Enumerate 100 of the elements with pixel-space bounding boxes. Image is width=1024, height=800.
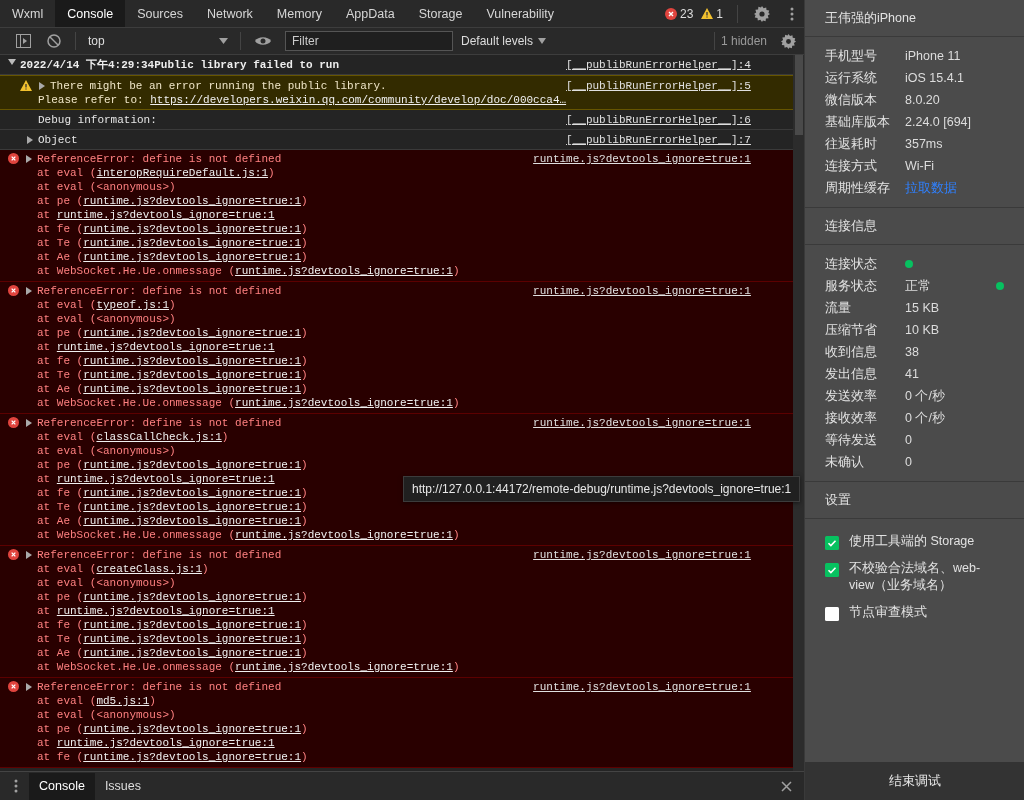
stack-frame: )	[301, 458, 308, 472]
drawer-tab[interactable]: Issues	[94, 772, 151, 800]
error-icon	[8, 285, 19, 296]
expand-triangle-icon[interactable]	[25, 683, 33, 691]
stack-link[interactable]: typeof.js:1	[96, 298, 170, 312]
stack-link[interactable]: runtime.js?devtools_ignore=true:1	[235, 396, 453, 410]
stack-link[interactable]: runtime.js?devtools_ignore=true:1	[83, 486, 302, 500]
stack-link[interactable]: runtime.js?devtools_ignore=true:1	[83, 382, 302, 396]
stack-frame: )	[452, 528, 460, 542]
expand-triangle-icon[interactable]	[26, 136, 34, 144]
info-value: Wi-Fi	[905, 159, 935, 173]
expand-triangle-icon[interactable]	[25, 155, 33, 163]
settings-icon[interactable]	[754, 5, 770, 22]
source-link[interactable]: runtime.js?devtools_ignore=true:1	[533, 152, 751, 166]
error-count: 23	[679, 6, 694, 21]
doc-link[interactable]: https://developers.weixin.qq.com/community/develop/doc/000cca4…	[150, 93, 567, 107]
more-icon[interactable]	[790, 6, 794, 21]
end-debug-button[interactable]: 结束调试	[805, 762, 1024, 800]
stack-frame: )	[301, 722, 308, 736]
error-icon	[8, 549, 19, 560]
clear-console-icon[interactable]	[47, 34, 61, 48]
panel-tab[interactable]: Storage	[406, 0, 475, 27]
levels-dropdown[interactable]: Default levels	[461, 34, 547, 48]
info-value: 2.24.0 [694]	[905, 115, 972, 129]
expand-triangle-icon[interactable]	[25, 287, 33, 295]
section-title: 连接信息	[825, 217, 877, 235]
panel-tab[interactable]: Console	[55, 0, 126, 27]
source-link[interactable]: runtime.js?devtools_ignore=true:1	[533, 284, 751, 298]
caret-icon	[538, 38, 547, 44]
stack-link[interactable]: runtime.js?devtools_ignore=true:1	[83, 250, 302, 264]
panel-tab[interactable]: Vulnerability	[474, 0, 567, 27]
stack-link[interactable]: runtime.js?devtools_ignore=true:1	[83, 750, 302, 764]
panel-tab[interactable]: AppData	[334, 0, 407, 27]
info-value: 0	[905, 433, 912, 447]
stack-link[interactable]: runtime.js?devtools_ignore=true:1	[235, 528, 453, 542]
settings-icon[interactable]	[781, 33, 796, 49]
source-link[interactable]: [__publibRunErrorHelper__]:6	[566, 113, 751, 127]
stack-link[interactable]: runtime.js?devtools_ignore=true:1	[56, 208, 275, 222]
info-label: 发送效率	[825, 387, 878, 405]
stack-link[interactable]: runtime.js?devtools_ignore=true:1	[235, 660, 453, 674]
context-select[interactable]: top	[82, 34, 234, 48]
stack-link[interactable]: runtime.js?devtools_ignore=true:1	[83, 646, 302, 660]
stack-link[interactable]: md5.js:1	[96, 694, 150, 708]
more-icon[interactable]	[14, 779, 18, 793]
stack-link[interactable]: runtime.js?devtools_ignore=true:1	[83, 590, 302, 604]
stack-link[interactable]: runtime.js?devtools_ignore=true:1	[56, 340, 275, 354]
panel-tab[interactable]: Wxml	[0, 0, 56, 27]
expand-triangle-icon[interactable]	[38, 82, 46, 90]
close-icon[interactable]	[781, 780, 792, 792]
source-link[interactable]: [__publibRunErrorHelper__]:7	[566, 133, 751, 147]
stack-link[interactable]: classCallCheck.js:1	[96, 430, 222, 444]
stack-frame: )	[169, 298, 176, 312]
stack-frame: )	[268, 166, 275, 180]
sidebar-toggle-icon[interactable]	[16, 34, 31, 48]
checkbox[interactable]	[825, 563, 839, 577]
stack-link[interactable]: runtime.js?devtools_ignore=true:1	[235, 264, 453, 278]
stack-link[interactable]: createClass.js:1	[96, 562, 203, 576]
panel-tab[interactable]: Sources	[125, 0, 195, 27]
expand-triangle-icon[interactable]	[8, 58, 16, 66]
stack-link[interactable]: runtime.js?devtools_ignore=true:1	[83, 632, 302, 646]
expand-triangle-icon[interactable]	[25, 419, 33, 427]
stack-frame: )	[301, 646, 308, 660]
stack-link[interactable]: runtime.js?devtools_ignore=true:1	[83, 722, 302, 736]
stack-link[interactable]: runtime.js?devtools_ignore=true:1	[56, 472, 275, 486]
source-link[interactable]: [__publibRunErrorHelper__]:4	[566, 58, 751, 72]
stack-link[interactable]: runtime.js?devtools_ignore=true:1	[83, 500, 302, 514]
info-value: 38	[905, 345, 919, 359]
stack-link[interactable]: runtime.js?devtools_ignore=true:1	[83, 368, 302, 382]
source-link[interactable]: runtime.js?devtools_ignore=true:1	[533, 548, 751, 562]
stack-link[interactable]: runtime.js?devtools_ignore=true:1	[83, 458, 302, 472]
source-link[interactable]: runtime.js?devtools_ignore=true:1	[533, 416, 751, 430]
stack-frame: at eval (	[37, 298, 97, 312]
stack-link[interactable]: runtime.js?devtools_ignore=true:1	[83, 618, 302, 632]
stack-link[interactable]: interopRequireDefault.js:1	[96, 166, 269, 180]
stack-link[interactable]: runtime.js?devtools_ignore=true:1	[83, 236, 302, 250]
setting-label: 不校验合法域名、web-view（业务域名）	[849, 560, 982, 594]
stack-link[interactable]: runtime.js?devtools_ignore=true:1	[56, 736, 275, 750]
source-link[interactable]: [__publibRunErrorHelper__]:5	[566, 79, 751, 93]
filter-field[interactable]: Filter	[285, 31, 453, 51]
checkbox[interactable]	[825, 607, 839, 621]
info-label: 微信版本	[825, 91, 878, 109]
stack-frame: )	[202, 562, 209, 576]
stack-link[interactable]: runtime.js?devtools_ignore=true:1	[83, 354, 302, 368]
stack-frame: at Te (	[37, 236, 84, 250]
stack-frame: at fe (	[37, 486, 84, 500]
eye-icon[interactable]	[255, 36, 271, 46]
drawer-tab[interactable]: Console	[29, 772, 95, 800]
checkbox[interactable]	[825, 536, 839, 550]
source-link[interactable]: runtime.js?devtools_ignore=true:1	[533, 680, 751, 694]
panel-tab[interactable]: Memory	[264, 0, 334, 27]
stack-frame: at eval (	[37, 430, 97, 444]
stack-link[interactable]: runtime.js?devtools_ignore=true:1	[83, 326, 302, 340]
panel-tab[interactable]: Network	[195, 0, 265, 27]
info-label: 连接方式	[825, 157, 878, 175]
expand-triangle-icon[interactable]	[25, 551, 33, 559]
stack-link[interactable]: runtime.js?devtools_ignore=true:1	[83, 222, 302, 236]
stack-link[interactable]: runtime.js?devtools_ignore=true:1	[56, 604, 275, 618]
stack-frame: at WebSocket.He.Ue.onmessage (	[37, 660, 236, 674]
stack-link[interactable]: runtime.js?devtools_ignore=true:1	[83, 514, 302, 528]
stack-link[interactable]: runtime.js?devtools_ignore=true:1	[83, 194, 302, 208]
